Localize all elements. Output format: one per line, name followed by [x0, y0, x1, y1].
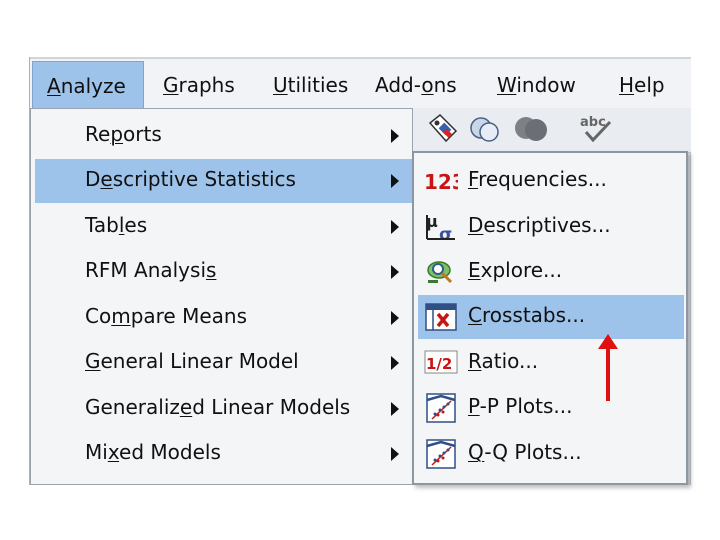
menu-item-label: Mixed Models: [85, 440, 221, 464]
menu-item-label: Descriptive Statistics: [85, 167, 296, 191]
menu-utilities[interactable]: Utilities: [273, 61, 348, 109]
mnemonic-letter: l: [118, 213, 125, 237]
spell-check-icon[interactable]: abc: [576, 112, 616, 146]
annotation-arrow-icon: [598, 334, 618, 401]
submenu-arrow-icon: [391, 220, 399, 234]
submenu-item-label: Crosstabs...: [468, 303, 586, 327]
analyze-menu: Reports Descriptive Statistics Tables RF…: [30, 108, 413, 485]
submenu-arrow-icon: [391, 402, 399, 416]
menu-bar: Analyze Graphs Utilities Add-ons Window …: [30, 57, 691, 110]
descriptive-statistics-submenu: 123 Frequencies... μ σ Descriptives... E…: [412, 151, 688, 485]
svg-text:1/2: 1/2: [426, 355, 452, 373]
mnemonic-letter: G: [85, 349, 101, 373]
mnemonic-letter: W: [497, 73, 517, 97]
mnemonic-letter: P: [468, 394, 480, 418]
menu-item-reports[interactable]: Reports: [35, 114, 413, 158]
menu-add-ons[interactable]: Add-ons: [375, 61, 457, 109]
menu-window[interactable]: Window: [497, 61, 576, 109]
mnemonic-letter: C: [468, 303, 482, 327]
submenu-arrow-icon: [391, 174, 399, 188]
menu-item-label: Reports: [85, 122, 162, 146]
submenu-item-explore[interactable]: Explore...: [418, 250, 684, 294]
frequencies-123-icon: 123: [424, 170, 458, 194]
submenu-item-ratio[interactable]: 1/2 Ratio...: [418, 341, 684, 385]
submenu-item-label: Frequencies...: [468, 167, 607, 191]
submenu-item-label: Q-Q Plots...: [468, 440, 582, 464]
spell-check-text: abc: [580, 115, 606, 130]
submenu-item-label: P-P Plots...: [468, 394, 573, 418]
mnemonic-letter: Q: [468, 440, 485, 464]
mnemonic-letter: e: [100, 167, 113, 191]
submenu-item-pp-plots[interactable]: P-P Plots...: [418, 386, 684, 430]
submenu-arrow-icon: [391, 447, 399, 461]
submenu-arrow-icon: [391, 265, 399, 279]
crosstabs-table-icon: [425, 303, 457, 331]
mnemonic-letter: m: [111, 304, 131, 328]
ratio-half-icon: 1/2: [424, 350, 458, 374]
mnemonic-letter: D: [468, 213, 484, 237]
menu-item-generalized-linear-models[interactable]: Generalized Linear Models: [35, 387, 413, 431]
mnemonic-letter: e: [179, 395, 193, 419]
menu-item-descriptive-statistics[interactable]: Descriptive Statistics: [35, 159, 413, 203]
show-all-variables-icon[interactable]: [512, 114, 550, 144]
menu-item-general-linear-model[interactable]: General Linear Model: [35, 341, 413, 385]
grid-divider: [690, 153, 691, 485]
mnemonic-letter: R: [468, 349, 482, 373]
mnemonic-letter: H: [619, 73, 635, 97]
submenu-item-label: Descriptives...: [468, 213, 611, 237]
mnemonic-letter: E: [468, 258, 481, 282]
submenu-item-descriptives[interactable]: μ σ Descriptives...: [418, 205, 684, 249]
svg-text:σ: σ: [439, 225, 452, 243]
descriptives-mu-sigma-icon: μ σ: [426, 212, 455, 243]
submenu-item-frequencies[interactable]: 123 Frequencies...: [418, 159, 684, 203]
mnemonic-letter: p: [110, 122, 124, 146]
explore-magnifier-icon: [427, 261, 453, 284]
mnemonic-letter: x: [107, 440, 120, 464]
svg-text:123: 123: [424, 170, 458, 194]
menu-item-rfm-analysis[interactable]: RFM Analysis: [35, 250, 413, 294]
menu-item-compare-means[interactable]: Compare Means: [35, 296, 413, 340]
qq-plot-icon: [426, 439, 456, 469]
menu-analyze[interactable]: Analyze: [32, 61, 144, 109]
value-labels-icon[interactable]: [426, 113, 460, 145]
menu-item-label: Compare Means: [85, 304, 247, 328]
use-sets-icon[interactable]: [468, 114, 502, 144]
menu-help[interactable]: Help: [619, 61, 665, 109]
menu-item-label: Generalized Linear Models: [85, 395, 351, 419]
submenu-item-label: Explore...: [468, 258, 563, 282]
mnemonic-letter: s: [206, 258, 217, 282]
menu-item-mixed-models[interactable]: Mixed Models: [35, 432, 413, 476]
pp-plot-icon: [426, 393, 456, 423]
submenu-arrow-icon: [391, 356, 399, 370]
submenu-item-crosstabs[interactable]: Crosstabs...: [418, 295, 684, 339]
mnemonic-letter: A: [47, 74, 61, 98]
menu-graphs[interactable]: Graphs: [163, 61, 235, 109]
menu-item-label: Tables: [85, 213, 148, 237]
menu-item-label: RFM Analysis: [85, 258, 217, 282]
submenu-item-label: Ratio...: [468, 349, 539, 373]
menu-item-label: General Linear Model: [85, 349, 299, 373]
mnemonic-letter: F: [468, 167, 479, 191]
mnemonic-letter: o: [421, 73, 434, 97]
submenu-item-qq-plots[interactable]: Q-Q Plots...: [418, 432, 684, 476]
mnemonic-letter: G: [163, 73, 179, 97]
menu-item-tables[interactable]: Tables: [35, 205, 413, 249]
submenu-arrow-icon: [391, 129, 399, 143]
submenu-arrow-icon: [391, 311, 399, 325]
mnemonic-letter: U: [273, 73, 288, 97]
